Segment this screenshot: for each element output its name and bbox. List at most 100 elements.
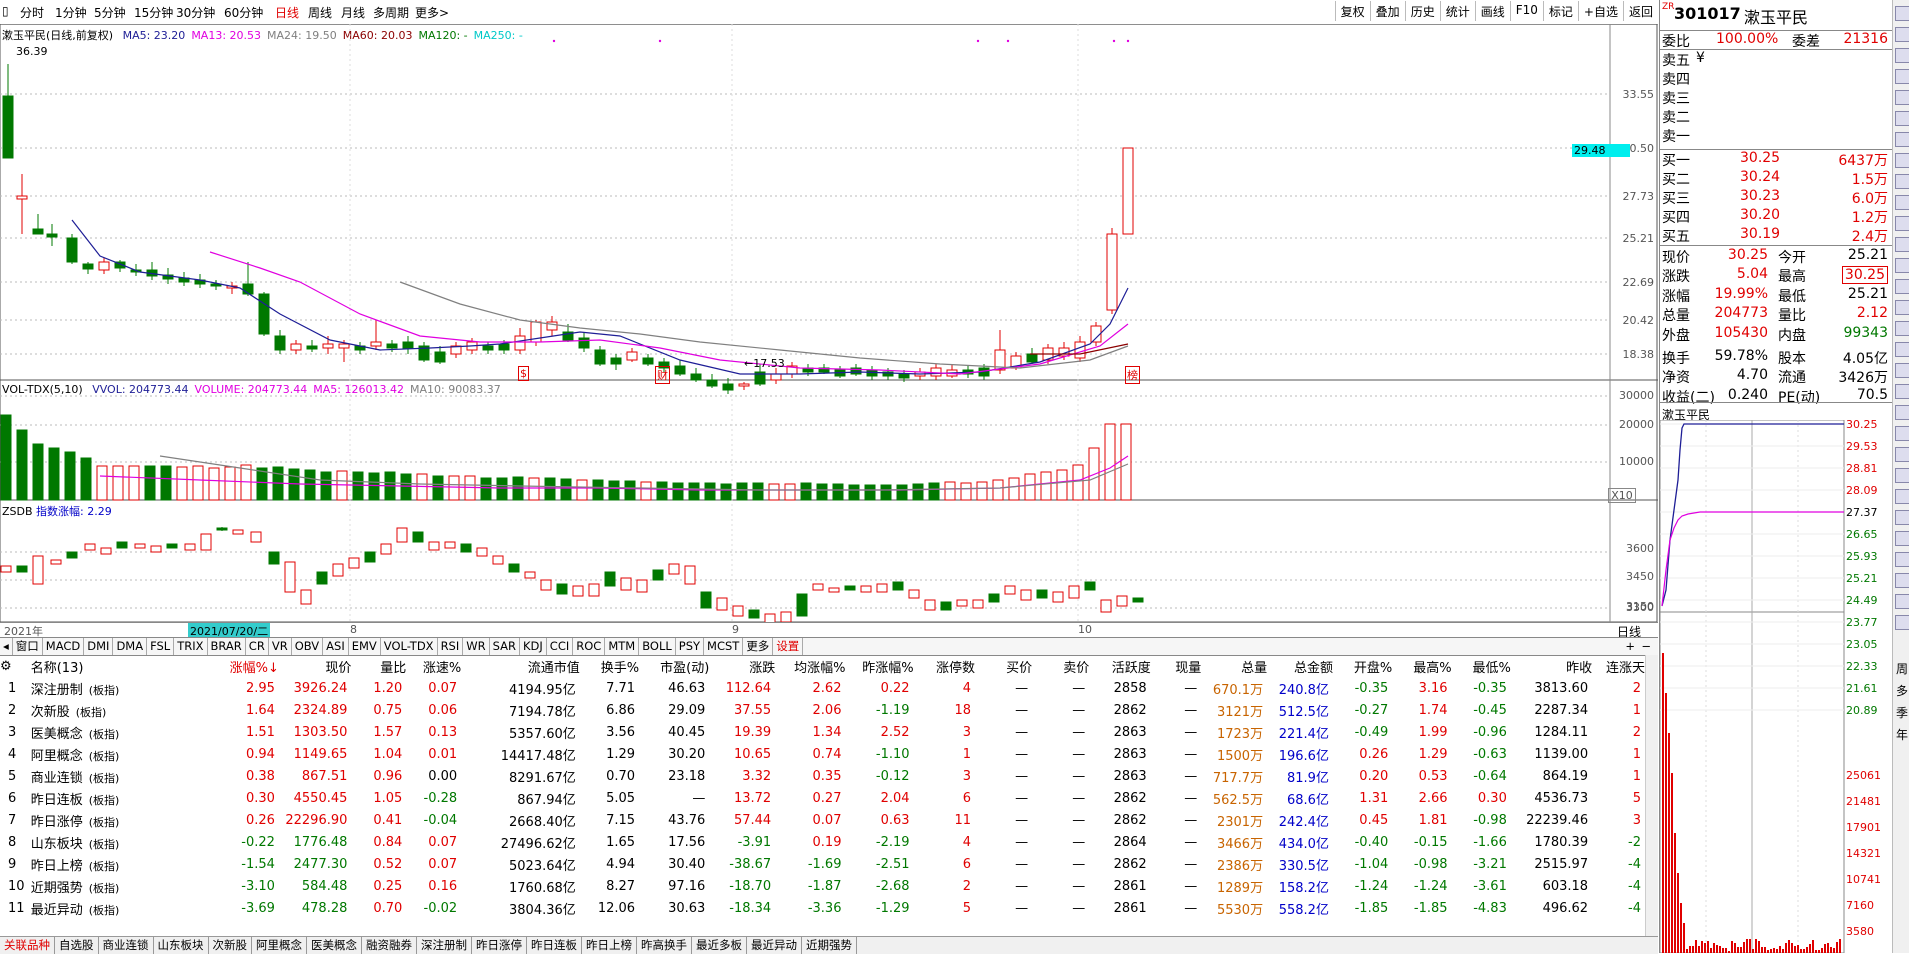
column-header[interactable]: 量比 [351, 655, 406, 677]
column-header[interactable]: 涨停数 [914, 655, 975, 677]
toolbar-button-5[interactable]: F10 [1510, 1, 1543, 21]
toolbar-menu-icon[interactable]: ▯ [2, 4, 9, 18]
side-tool-icon[interactable] [1895, 258, 1909, 273]
indicator-tab-18[interactable]: ROC [573, 638, 605, 655]
side-tool-icon[interactable] [1895, 195, 1909, 210]
column-header[interactable]: 最低% [1452, 655, 1511, 677]
event-marker[interactable]: 财 [655, 366, 670, 384]
indicator-tab-16[interactable]: KDJ [520, 638, 547, 655]
table-row[interactable]: 6 昨日连板 (板指) 0.30 4550.45 1.05 -0.28 867.94亿 5.05… [0, 787, 1645, 809]
side-tool-icon[interactable] [1895, 573, 1909, 588]
side-tool-label[interactable]: 多 [1896, 682, 1908, 699]
side-tool-icon[interactable] [1895, 111, 1909, 126]
indicator-tab-22[interactable]: MCST [704, 638, 743, 655]
table-row[interactable]: 11 最近异动 (板指) -3.69 478.28 0.70 -0.02 3804.36亿 12… [0, 897, 1645, 919]
table-row[interactable]: 2 次新股 (板指) 1.64 2324.89 0.75 0.06 7194.78亿 6.86 2… [0, 699, 1645, 721]
indicator-tab-8[interactable]: VR [269, 638, 292, 655]
column-header[interactable]: 最高% [1392, 655, 1451, 677]
indicator-tab-15[interactable]: SAR [490, 638, 520, 655]
column-header[interactable]: 名称(13) [31, 655, 196, 677]
column-header[interactable]: 流通市值 [461, 655, 580, 677]
side-tool-icon[interactable] [1895, 132, 1909, 147]
side-tool-icon[interactable] [1895, 510, 1909, 525]
side-tool-icon[interactable] [1895, 447, 1909, 462]
bottom-tab-1[interactable]: 自选股 [55, 937, 99, 954]
indicator-tab-13[interactable]: RSI [438, 638, 464, 655]
event-marker[interactable]: 榜 [1125, 366, 1140, 384]
column-header[interactable]: 均涨幅% [775, 655, 845, 677]
toolbar-button-6[interactable]: 标记 [1543, 1, 1578, 21]
event-marker[interactable]: $ [518, 366, 529, 381]
table-row[interactable]: 10 近期强势 (板指) -3.10 584.48 0.25 0.16 1760.68亿 8.2… [0, 875, 1645, 897]
period-tab-9[interactable]: 多周期 [373, 4, 409, 21]
bottom-tab-11[interactable]: 昨日上榜 [582, 937, 637, 954]
bottom-tab-0[interactable]: 关联品种 [0, 937, 55, 954]
side-tool-icon[interactable] [1895, 363, 1909, 378]
indicator-tab-0[interactable]: 窗口 [13, 638, 43, 655]
side-tool-icon[interactable] [1895, 468, 1909, 483]
column-header[interactable]: 涨幅%↓ [195, 655, 278, 677]
zoom-in-icon[interactable]: + [1622, 638, 1638, 655]
side-tool-icon[interactable] [1895, 279, 1909, 294]
column-header[interactable]: 现量 [1151, 655, 1202, 677]
indicator-tab-14[interactable]: WR [463, 638, 489, 655]
toolbar-button-7[interactable]: +自选 [1578, 1, 1623, 21]
side-tool-icon[interactable] [1895, 489, 1909, 504]
column-header[interactable]: 买价 [975, 655, 1032, 677]
toolbar-button-0[interactable]: 复权 [1335, 1, 1370, 21]
bottom-tab-10[interactable]: 昨日连板 [527, 937, 582, 954]
side-tool-icon[interactable] [1895, 90, 1909, 105]
column-header[interactable]: 总量 [1201, 655, 1267, 677]
indicator-tab-9[interactable]: OBV [292, 638, 323, 655]
bottom-tab-7[interactable]: 融资融券 [362, 937, 417, 954]
side-tool-icon[interactable] [1895, 27, 1909, 42]
toolbar-button-2[interactable]: 历史 [1405, 1, 1440, 21]
column-header[interactable]: 换手% [580, 655, 639, 677]
column-header[interactable]: 昨收 [1511, 655, 1592, 677]
indicator-tab-3[interactable]: DMA [113, 638, 147, 655]
side-tool-icon[interactable] [1895, 384, 1909, 399]
indicator-tab-17[interactable]: CCI [547, 638, 573, 655]
side-tool-label[interactable]: 季 [1896, 704, 1908, 721]
settings-icon[interactable]: ⚙ [0, 655, 31, 677]
period-tab-6[interactable]: 日线 [275, 4, 299, 21]
bid-row[interactable]: 买二 30.24 1.5万 [1660, 169, 1892, 188]
column-header[interactable]: 卖价 [1032, 655, 1089, 677]
period-tab-2[interactable]: 5分钟 [94, 4, 126, 21]
period-tab-1[interactable]: 1分钟 [55, 4, 87, 21]
indicator-tab-23[interactable]: 更多 [743, 638, 773, 655]
side-tool-icon[interactable] [1895, 174, 1909, 189]
bottom-tab-14[interactable]: 最近异动 [747, 937, 802, 954]
side-tool-icon[interactable] [1895, 531, 1909, 546]
table-row[interactable]: 4 阿里概念 (板指) 0.94 1149.65 1.04 0.01 14417.48亿 1.2… [0, 743, 1645, 765]
column-header[interactable]: 涨速% [406, 655, 461, 677]
toolbar-button-1[interactable]: 叠加 [1370, 1, 1405, 21]
zoom-out-icon[interactable]: − [1638, 638, 1654, 655]
side-tool-icon[interactable] [1895, 615, 1909, 630]
table-row[interactable]: 9 昨日上榜 (板指) -1.54 2477.30 0.52 0.07 5023.64亿 4.9… [0, 853, 1645, 875]
table-row[interactable]: 7 昨日涨停 (板指) 0.26 22296.90 0.41 -0.04 2668.40亿 7.… [0, 809, 1645, 831]
bid-row[interactable]: 买五 30.19 2.4万 [1660, 226, 1892, 245]
indicator-tab-24[interactable]: 设置 [773, 638, 803, 655]
table-row[interactable]: 3 医美概念 (板指) 1.51 1303.50 1.57 0.13 5357.60亿 3.56… [0, 721, 1645, 743]
period-tab-10[interactable]: 更多> [415, 4, 449, 21]
bottom-tab-2[interactable]: 商业连锁 [99, 937, 154, 954]
chart-area[interactable] [0, 24, 1658, 624]
bottom-tab-13[interactable]: 最近多板 [692, 937, 747, 954]
indicator-tab-19[interactable]: MTM [605, 638, 639, 655]
side-tool-icon[interactable] [1895, 321, 1909, 336]
period-tab-7[interactable]: 周线 [308, 4, 332, 21]
side-tool-icon[interactable] [1895, 594, 1909, 609]
period-tab-4[interactable]: 30分钟 [176, 4, 215, 21]
column-header[interactable]: 涨跌 [709, 655, 775, 677]
table-row[interactable]: 1 深注册制 (板指) 2.95 3926.24 1.20 0.07 4194.95亿 7.71… [0, 677, 1645, 699]
side-tool-icon[interactable] [1895, 405, 1909, 420]
column-header[interactable]: 昨涨幅% [845, 655, 913, 677]
side-tool-icon[interactable] [1895, 426, 1909, 441]
period-tab-8[interactable]: 月线 [341, 4, 365, 21]
toolbar-button-8[interactable]: 返回 [1623, 1, 1658, 21]
indicator-tab-1[interactable]: MACD [43, 638, 84, 655]
column-header[interactable]: 开盘% [1333, 655, 1392, 677]
bottom-tab-4[interactable]: 次新股 [209, 937, 253, 954]
side-tool-icon[interactable] [1895, 216, 1909, 231]
